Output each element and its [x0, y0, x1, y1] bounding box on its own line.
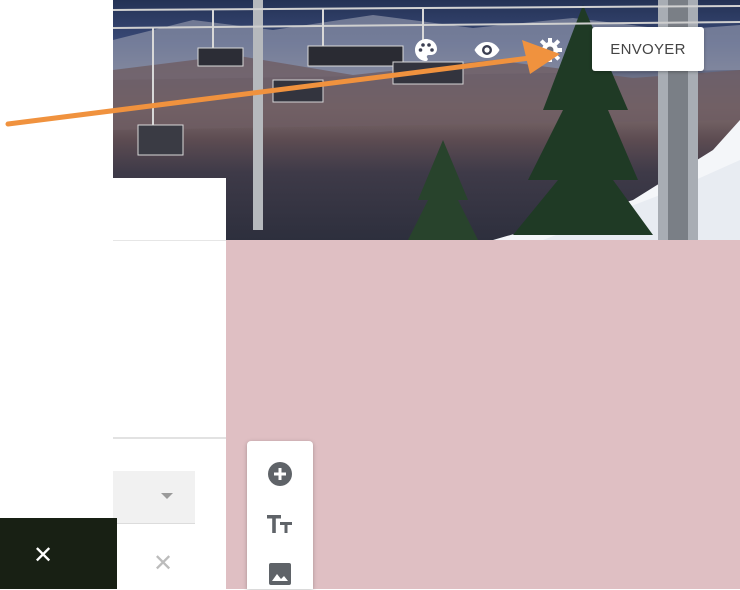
question-type-dropdown[interactable]: [113, 471, 195, 524]
close-icon[interactable]: ✕: [30, 542, 56, 568]
image-icon: [269, 563, 291, 585]
gear-icon: [538, 38, 562, 62]
settings-button[interactable]: [536, 36, 564, 64]
send-button[interactable]: ENVOYER: [592, 27, 704, 71]
snackbar: ✕: [0, 518, 117, 589]
close-icon[interactable]: ✕: [150, 548, 176, 578]
form-question-card: [113, 240, 226, 590]
side-toolbar: [247, 441, 313, 589]
customize-theme-button[interactable]: [412, 36, 440, 64]
question-divider: [113, 437, 226, 439]
preview-button[interactable]: [473, 36, 501, 64]
form-title-card: [113, 178, 226, 240]
text-title-icon: [267, 515, 292, 533]
add-image-button[interactable]: [265, 559, 295, 589]
chevron-down-icon: [161, 493, 173, 499]
add-question-button[interactable]: [265, 459, 295, 489]
add-circle-icon: [268, 462, 292, 486]
palette-icon: [415, 39, 437, 61]
eye-icon: [474, 42, 500, 58]
add-title-button[interactable]: [265, 509, 295, 539]
